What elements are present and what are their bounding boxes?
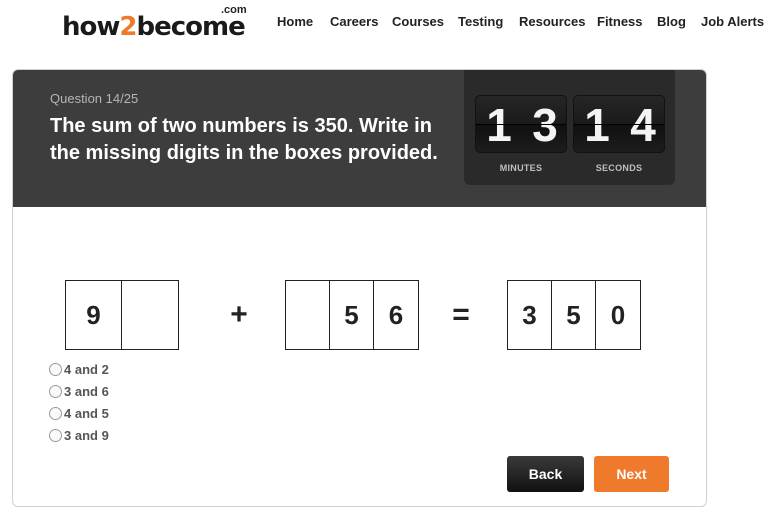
plus-operator: +: [230, 298, 248, 331]
nav-job-alerts[interactable]: Job Alerts: [701, 14, 764, 29]
answer-option-label: 4 and 5: [64, 405, 109, 421]
next-button[interactable]: Next: [594, 456, 669, 492]
seconds-label: SECONDS: [595, 163, 643, 173]
answer-option-1[interactable]: 4 and 2: [49, 361, 109, 377]
nav-blog[interactable]: Blog: [657, 14, 686, 29]
answer-option-3[interactable]: 4 and 5: [49, 405, 109, 421]
radio-button-icon[interactable]: [49, 384, 62, 398]
nav-resources[interactable]: Resources: [519, 14, 585, 29]
second-number-boxes: 5 6: [285, 280, 419, 350]
digit-box: 6: [388, 299, 404, 330]
radio-button-icon[interactable]: [49, 406, 62, 420]
digit-box: 9: [66, 281, 122, 349]
seconds-digit-ones: 4: [630, 99, 656, 151]
nav-courses[interactable]: Courses: [392, 14, 444, 29]
answer-option-2[interactable]: 3 and 6: [49, 383, 109, 399]
timer-minutes: 1 3: [475, 95, 567, 153]
quiz-card: Question 14/25 The sum of two numbers is…: [12, 69, 707, 507]
digit-box: 3: [508, 281, 552, 349]
logo-wordmark: how2become: [62, 12, 246, 42]
nav-home[interactable]: Home: [277, 14, 313, 29]
digit-box: 0: [610, 299, 626, 330]
nav-careers[interactable]: Careers: [330, 14, 378, 29]
radio-button-icon[interactable]: [49, 428, 62, 442]
nav-fitness[interactable]: Fitness: [597, 14, 643, 29]
countdown-timer: 1 3 1 4 MINUTES SECONDS: [464, 70, 675, 185]
timer-seconds: 1 4: [573, 95, 665, 153]
minutes-label: MINUTES: [499, 163, 543, 173]
nav-testing[interactable]: Testing: [458, 14, 503, 29]
question-number: Question 14/25: [50, 91, 139, 106]
answer-option-label: 3 and 9: [64, 427, 109, 443]
top-navigation: .com how2become Home Careers Courses Tes…: [0, 0, 768, 48]
question-text: The sum of two numbers is 350. Write in …: [50, 115, 438, 164]
minutes-digit-tens: 1: [486, 99, 512, 151]
site-logo[interactable]: .com how2become: [60, 4, 250, 44]
digit-box-missing: [286, 281, 330, 349]
digit-box: 5: [330, 281, 374, 349]
answer-option-4[interactable]: 3 and 9: [49, 427, 109, 443]
minutes-digit-ones: 3: [532, 99, 558, 151]
radio-button-icon[interactable]: [49, 362, 62, 376]
first-number-boxes: 9: [65, 280, 179, 350]
back-button[interactable]: Back: [507, 456, 584, 492]
answer-option-label: 3 and 6: [64, 383, 109, 399]
digit-box-missing: [122, 281, 178, 349]
answer-option-label: 4 and 2: [64, 361, 109, 377]
equals-operator: =: [452, 298, 470, 331]
digit-box: 5: [552, 281, 596, 349]
seconds-digit-tens: 1: [584, 99, 610, 151]
question-header: Question 14/25 The sum of two numbers is…: [13, 70, 706, 207]
result-boxes: 3 5 0: [507, 280, 641, 350]
